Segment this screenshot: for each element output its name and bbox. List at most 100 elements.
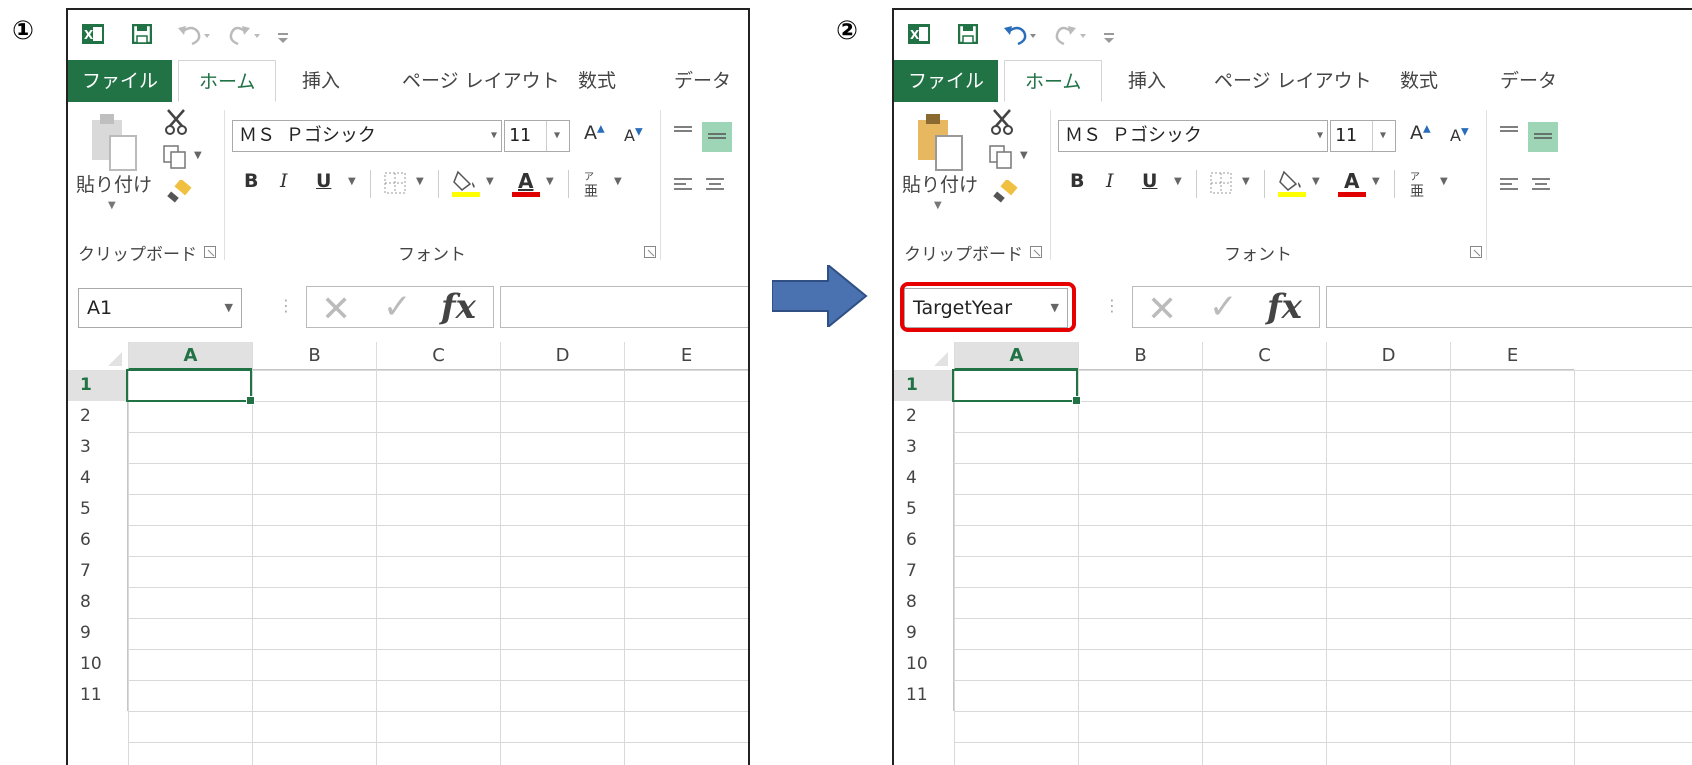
- font-size-combobox[interactable]: 11 ▼: [504, 120, 570, 152]
- row-header-1[interactable]: 1: [894, 370, 954, 401]
- cut-icon[interactable]: [164, 108, 188, 136]
- redo-icon[interactable]: [1054, 24, 1088, 46]
- copy-icon[interactable]: [988, 144, 1014, 170]
- font-size-combobox[interactable]: 11 ▼: [1330, 120, 1396, 152]
- tab-data[interactable]: データ: [674, 60, 731, 102]
- formula-input[interactable]: [500, 286, 748, 328]
- fill-handle[interactable]: [1072, 396, 1081, 405]
- dialog-launcher-icon[interactable]: [1030, 246, 1042, 258]
- dialog-launcher-icon[interactable]: [644, 246, 656, 258]
- fill-handle[interactable]: [246, 396, 255, 405]
- italic-button[interactable]: I: [1106, 170, 1114, 192]
- tab-insert[interactable]: 挿入: [302, 60, 340, 102]
- chevron-down-icon[interactable]: ▼: [1317, 121, 1323, 151]
- insert-function-icon[interactable]: fx: [441, 287, 476, 327]
- tab-home[interactable]: ホーム: [178, 60, 277, 102]
- row-header-11[interactable]: 11: [894, 680, 954, 711]
- chevron-down-icon[interactable]: ▼: [108, 200, 116, 211]
- chevron-down-icon[interactable]: ▼: [934, 200, 942, 211]
- row-header-8[interactable]: 8: [894, 587, 954, 618]
- enter-icon[interactable]: ✓: [1209, 287, 1238, 327]
- chevron-down-icon[interactable]: ▼: [1174, 176, 1182, 187]
- font-grow-icon[interactable]: A▲: [1410, 122, 1431, 144]
- chevron-down-icon[interactable]: ▼: [1242, 176, 1250, 187]
- row-header-9[interactable]: 9: [894, 618, 954, 649]
- fill-color-icon[interactable]: [1278, 168, 1306, 198]
- fill-color-icon[interactable]: [452, 168, 480, 198]
- font-name-combobox[interactable]: ＭＳ Ｐゴシック ▼: [1058, 120, 1328, 152]
- cancel-icon[interactable]: ✕: [1147, 289, 1177, 330]
- align-left-icon[interactable]: [672, 176, 694, 194]
- select-all-button[interactable]: [68, 342, 128, 371]
- row-header-7[interactable]: 7: [68, 556, 128, 587]
- phonetic-icon[interactable]: ア亜: [1408, 168, 1430, 198]
- format-painter-icon[interactable]: [990, 180, 1018, 208]
- chevron-down-icon[interactable]: ▼: [546, 176, 554, 187]
- save-icon[interactable]: [958, 24, 978, 44]
- active-cell-a1[interactable]: [952, 369, 1081, 405]
- column-header-b[interactable]: B: [252, 342, 376, 370]
- row-header-5[interactable]: 5: [894, 494, 954, 525]
- dialog-launcher-icon[interactable]: [204, 246, 216, 258]
- align-top-icon[interactable]: [1498, 124, 1520, 142]
- align-center-icon[interactable]: [704, 176, 726, 194]
- formula-input[interactable]: [1326, 286, 1692, 328]
- insert-function-icon[interactable]: fx: [1267, 287, 1302, 327]
- format-painter-icon[interactable]: [164, 180, 192, 208]
- underline-button[interactable]: U: [1142, 170, 1157, 192]
- row-header-3[interactable]: 3: [68, 432, 128, 463]
- chevron-down-icon[interactable]: ▼: [1312, 176, 1320, 187]
- border-icon[interactable]: [1210, 172, 1232, 194]
- row-header-6[interactable]: 6: [68, 525, 128, 556]
- tab-formulas[interactable]: 数式: [578, 60, 616, 102]
- chevron-down-icon[interactable]: ▼: [1440, 176, 1448, 187]
- row-header-10[interactable]: 10: [894, 649, 954, 680]
- align-left-icon[interactable]: [1498, 176, 1520, 194]
- name-box[interactable]: A1 ▼: [78, 288, 242, 328]
- tab-formulas[interactable]: 数式: [1400, 60, 1438, 102]
- save-icon[interactable]: [132, 24, 152, 44]
- chevron-down-icon[interactable]: ▼: [546, 121, 567, 151]
- formula-bar-grip[interactable]: ⋮: [278, 296, 294, 315]
- bold-button[interactable]: B: [1070, 170, 1084, 192]
- column-header-c[interactable]: C: [1202, 342, 1326, 370]
- paste-label[interactable]: 貼り付け: [76, 170, 152, 197]
- paste-icon[interactable]: [914, 112, 966, 172]
- column-header-a[interactable]: A: [954, 342, 1078, 370]
- paste-icon[interactable]: [88, 112, 140, 172]
- column-header-b[interactable]: B: [1078, 342, 1202, 370]
- chevron-down-icon[interactable]: ▼: [1020, 150, 1028, 161]
- row-header-6[interactable]: 6: [894, 525, 954, 556]
- tab-home[interactable]: ホーム: [1004, 60, 1103, 102]
- tab-file[interactable]: ファイル: [68, 60, 173, 102]
- chevron-down-icon[interactable]: ▼: [225, 289, 233, 327]
- chevron-down-icon[interactable]: ▼: [348, 176, 356, 187]
- row-header-4[interactable]: 4: [894, 463, 954, 494]
- row-header-3[interactable]: 3: [894, 432, 954, 463]
- tab-file[interactable]: ファイル: [894, 60, 999, 102]
- cancel-icon[interactable]: ✕: [321, 289, 351, 330]
- bold-button[interactable]: B: [244, 170, 258, 192]
- column-header-a[interactable]: A: [128, 342, 252, 370]
- row-header-2[interactable]: 2: [894, 401, 954, 432]
- cell-area[interactable]: [128, 370, 748, 765]
- row-header-7[interactable]: 7: [894, 556, 954, 587]
- chevron-down-icon[interactable]: ▼: [1372, 121, 1393, 151]
- row-header-4[interactable]: 4: [68, 463, 128, 494]
- dialog-launcher-icon[interactable]: [1470, 246, 1482, 258]
- row-header-11[interactable]: 11: [68, 680, 128, 711]
- row-header-1[interactable]: 1: [68, 370, 128, 401]
- tab-insert[interactable]: 挿入: [1128, 60, 1166, 102]
- font-color-icon[interactable]: A: [512, 168, 540, 198]
- font-color-icon[interactable]: A: [1338, 168, 1366, 198]
- column-header-e[interactable]: E: [1450, 342, 1574, 370]
- chevron-down-icon[interactable]: ▼: [194, 150, 202, 161]
- enter-icon[interactable]: ✓: [383, 287, 412, 327]
- chevron-down-icon[interactable]: ▼: [416, 176, 424, 187]
- column-header-d[interactable]: D: [500, 342, 624, 370]
- align-top-icon[interactable]: [672, 124, 694, 142]
- column-header-c[interactable]: C: [376, 342, 500, 370]
- paste-label[interactable]: 貼り付け: [902, 170, 978, 197]
- chevron-down-icon[interactable]: ▼: [614, 176, 622, 187]
- redo-icon[interactable]: [228, 24, 262, 46]
